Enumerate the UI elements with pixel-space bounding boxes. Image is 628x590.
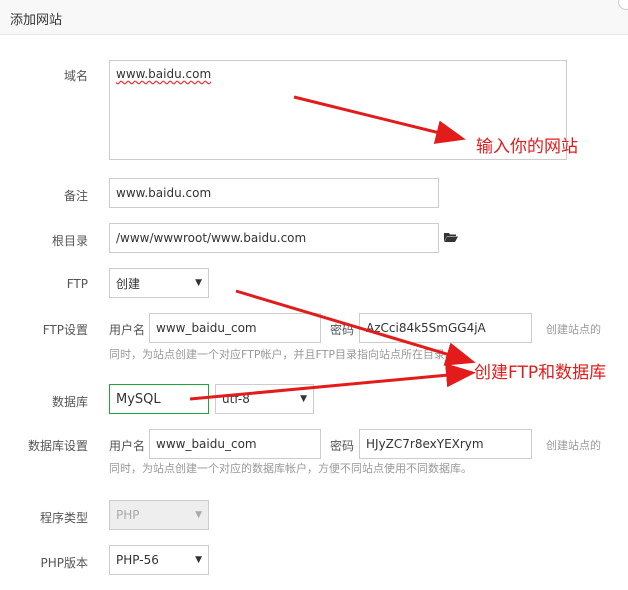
chevron-down-icon: ▼ bbox=[300, 394, 307, 404]
database-select[interactable]: MySQL bbox=[109, 384, 209, 414]
domain-value: www.baidu.com bbox=[116, 67, 212, 81]
ftp-pass-label: 密码 bbox=[330, 323, 355, 337]
program-type-label: 程序类型 bbox=[39, 511, 88, 525]
db-password-value: HJyZC7r8exYEXrym bbox=[366, 437, 484, 451]
database-select-value: MySQL bbox=[116, 391, 161, 407]
ftp-username-input[interactable]: www_baidu_com bbox=[149, 313, 321, 343]
root-input[interactable]: /www/wwwroot/www.baidu.com bbox=[109, 223, 439, 253]
program-type-select: PHP ▼ bbox=[109, 500, 209, 530]
root-label: 根目录 bbox=[51, 234, 88, 248]
php-version-select[interactable]: PHP-56 ▼ bbox=[109, 545, 209, 575]
db-charset-value: utf-8 bbox=[222, 392, 250, 406]
ftp-select[interactable]: 创建 ▼ bbox=[109, 268, 209, 298]
remark-label: 备注 bbox=[63, 189, 88, 203]
chevron-down-icon: ▼ bbox=[195, 278, 202, 288]
dialog-title: 添加网站 bbox=[10, 13, 63, 28]
db-hint-line1: 创建站点的 bbox=[546, 439, 601, 452]
ftp-select-value: 创建 bbox=[116, 276, 141, 291]
db-hint-line2: 同时，为站点创建一个对应的数据库帐户，方便不同站点使用不同数据库。 bbox=[109, 462, 472, 475]
db-username-input[interactable]: www_baidu_com bbox=[149, 429, 321, 459]
php-version-value: PHP-56 bbox=[116, 553, 159, 567]
db-pass-label: 密码 bbox=[330, 439, 355, 453]
remark-value: www.baidu.com bbox=[116, 186, 212, 200]
program-type-value: PHP bbox=[116, 508, 140, 522]
db-user-label: 用户名 bbox=[109, 439, 146, 453]
ftp-username-value: www_baidu_com bbox=[156, 321, 257, 335]
ftp-user-label: 用户名 bbox=[109, 323, 146, 337]
ftp-hint-line1: 创建站点的 bbox=[546, 323, 601, 336]
annotation-input-site: 输入你的网站 bbox=[476, 137, 578, 157]
root-value: /www/wwwroot/www.baidu.com bbox=[116, 231, 307, 245]
folder-open-icon[interactable] bbox=[444, 232, 458, 242]
database-label: 数据库 bbox=[51, 395, 88, 409]
chevron-down-icon: ▼ bbox=[195, 555, 202, 565]
domain-label: 域名 bbox=[63, 69, 88, 83]
db-settings-label: 数据库设置 bbox=[27, 439, 88, 453]
ftp-password-input[interactable]: AzCci84k5SmGG4jA bbox=[359, 313, 532, 343]
ftp-password-value: AzCci84k5SmGG4jA bbox=[366, 321, 486, 335]
chevron-down-icon: ▼ bbox=[195, 510, 202, 520]
annotation-create-ftp-db: 创建FTP和数据库 bbox=[474, 363, 607, 383]
ftp-label: FTP bbox=[66, 277, 88, 291]
ftp-hint-line2: 同时，为站点创建一个对应FTP帐户，并且FTP目录指向站点所在目录。 bbox=[109, 348, 456, 361]
db-username-value: www_baidu_com bbox=[156, 437, 257, 451]
db-charset-select[interactable]: utf-8 ▼ bbox=[215, 384, 314, 414]
ftp-settings-label: FTP设置 bbox=[42, 323, 88, 337]
db-password-input[interactable]: HJyZC7r8exYEXrym bbox=[359, 429, 532, 459]
dialog-titlebar: 添加网站 bbox=[0, 0, 628, 35]
php-version-label: PHP版本 bbox=[40, 556, 89, 570]
close-icon[interactable] bbox=[618, 0, 628, 10]
remark-input[interactable]: www.baidu.com bbox=[109, 178, 439, 208]
